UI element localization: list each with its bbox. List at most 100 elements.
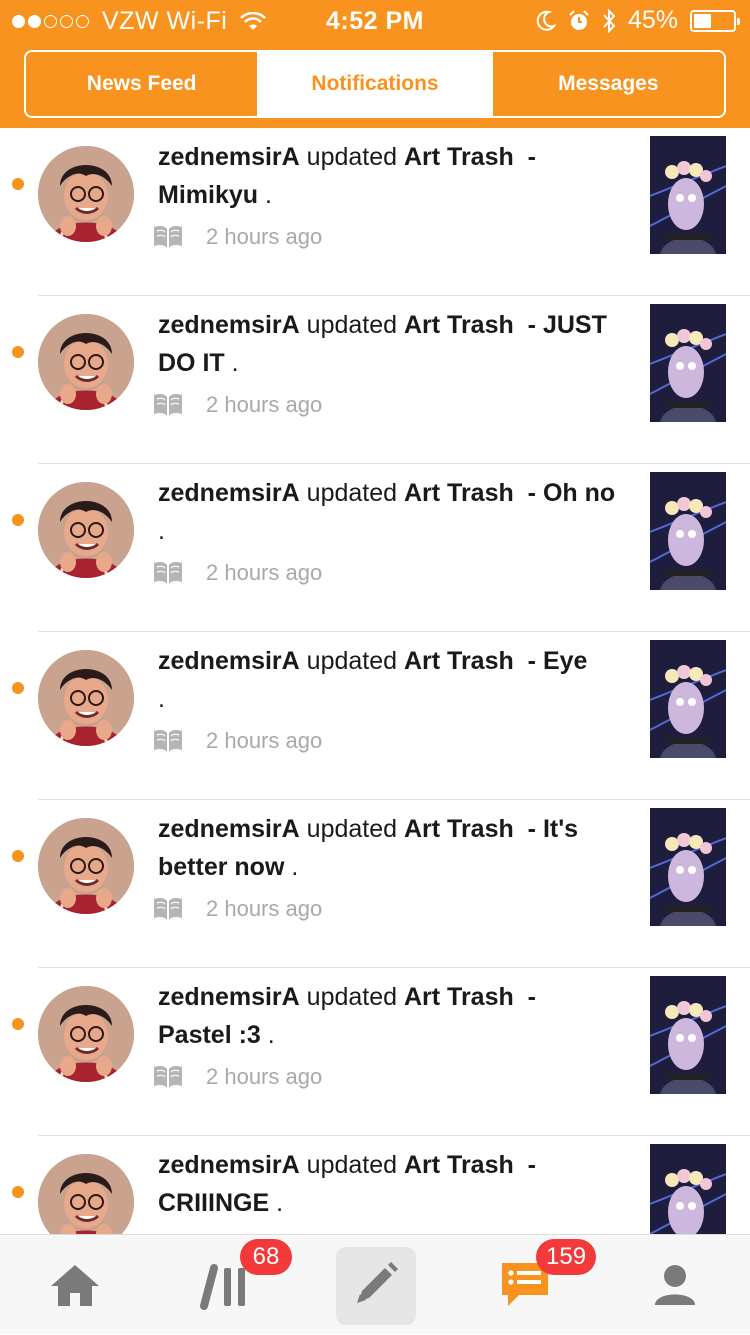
nav-compose[interactable] bbox=[300, 1235, 450, 1335]
title-end-period: . bbox=[267, 1021, 275, 1049]
timestamp: 2 hours ago bbox=[206, 728, 323, 753]
notification-text[interactable]: zednemsirA updated Art Trash - JUST DO IT… bbox=[158, 306, 628, 382]
notification-meta: 2 hours ago bbox=[152, 1064, 322, 1090]
top-header: VZW Wi-Fi 4:52 PM 45% News Feed Notifica… bbox=[0, 0, 750, 128]
title-end-period: . bbox=[276, 1189, 284, 1217]
notification-row[interactable]: zednemsirA updated Art Trash - Oh no. 2 h… bbox=[0, 464, 750, 632]
story-title[interactable]: Art Trash bbox=[404, 1151, 514, 1179]
timestamp: 2 hours ago bbox=[206, 560, 323, 585]
notifications-badge: 159 bbox=[536, 1239, 597, 1275]
book-icon bbox=[154, 561, 182, 584]
notification-text[interactable]: zednemsirA updated Art Trash - Eye. bbox=[158, 642, 628, 718]
nav-profile[interactable] bbox=[600, 1235, 750, 1335]
title-end-period: . bbox=[231, 349, 239, 377]
title-end-period: . bbox=[158, 517, 165, 545]
title-dash: - bbox=[527, 1151, 536, 1179]
notification-meta: 2 hours ago bbox=[152, 728, 322, 754]
title-dash: - bbox=[527, 311, 536, 339]
username[interactable]: zednemsirA bbox=[158, 311, 300, 339]
home-icon bbox=[51, 1265, 99, 1306]
story-cover-thumbnail[interactable] bbox=[650, 976, 726, 1094]
book-icon bbox=[154, 225, 182, 248]
unread-dot bbox=[12, 1018, 24, 1030]
nav-library[interactable]: 68 bbox=[150, 1235, 300, 1335]
notification-row[interactable]: zednemsirA updated Art Trash - JUST DO IT… bbox=[0, 296, 750, 464]
username[interactable]: zednemsirA bbox=[158, 815, 300, 843]
part-title-start[interactable]: JUST bbox=[543, 311, 607, 339]
part-title[interactable]: Pastel :3 bbox=[158, 1021, 261, 1049]
action-text: updated bbox=[306, 815, 398, 843]
username[interactable]: zednemsirA bbox=[158, 479, 300, 507]
part-title-start[interactable]: It's bbox=[543, 815, 578, 843]
story-title[interactable]: Art Trash bbox=[404, 479, 514, 507]
tab-notifications[interactable]: Notifications bbox=[257, 52, 491, 116]
avatar[interactable] bbox=[38, 986, 134, 1082]
part-title-start[interactable]: Eye bbox=[543, 647, 587, 675]
story-title[interactable]: Art Trash bbox=[404, 815, 514, 843]
bluetooth-icon bbox=[603, 8, 616, 33]
tab-messages[interactable]: Messages bbox=[490, 52, 724, 116]
action-text: updated bbox=[306, 983, 398, 1011]
story-cover-thumbnail[interactable] bbox=[650, 472, 726, 590]
avatar[interactable] bbox=[38, 314, 134, 410]
story-cover-thumbnail[interactable] bbox=[650, 640, 726, 758]
avatar[interactable] bbox=[38, 482, 134, 578]
action-text: updated bbox=[306, 143, 398, 171]
story-cover-thumbnail[interactable] bbox=[650, 304, 726, 422]
notification-row[interactable]: zednemsirA updated Art Trash - It's bette… bbox=[0, 800, 750, 968]
story-title[interactable]: Art Trash bbox=[404, 143, 514, 171]
part-title-start[interactable]: Oh no bbox=[543, 479, 615, 507]
battery-percent: 45% bbox=[627, 6, 678, 34]
notification-text[interactable]: zednemsirA updated Art Trash - Pastel :3… bbox=[158, 978, 628, 1054]
status-bar: VZW Wi-Fi 4:52 PM 45% bbox=[0, 0, 750, 42]
avatar[interactable] bbox=[38, 1154, 134, 1234]
story-title[interactable]: Art Trash bbox=[404, 647, 514, 675]
username[interactable]: zednemsirA bbox=[158, 1151, 300, 1179]
story-title[interactable]: Art Trash bbox=[404, 311, 514, 339]
unread-dot bbox=[12, 514, 24, 526]
notification-row[interactable]: zednemsirA updated Art Trash - CRIIINGE … bbox=[0, 1136, 750, 1234]
nav-notifications[interactable]: 159 bbox=[450, 1235, 600, 1335]
unread-dot bbox=[12, 178, 24, 190]
title-end-period: . bbox=[291, 853, 299, 881]
story-cover-thumbnail[interactable] bbox=[650, 136, 726, 254]
part-title[interactable]: Mimikyu bbox=[158, 181, 258, 209]
part-title[interactable]: better now bbox=[158, 853, 284, 881]
title-dash: - bbox=[527, 815, 536, 843]
notification-row[interactable]: zednemsirA updated Art Trash - Pastel :3… bbox=[0, 968, 750, 1136]
title-end-period: . bbox=[158, 685, 165, 713]
tab-news-feed[interactable]: News Feed bbox=[26, 52, 257, 116]
notification-meta: 2 hours ago bbox=[152, 224, 322, 250]
story-title[interactable]: Art Trash bbox=[404, 983, 514, 1011]
notification-row[interactable]: zednemsirA updated Art Trash - Mimikyu .… bbox=[0, 128, 750, 296]
username[interactable]: zednemsirA bbox=[158, 647, 300, 675]
unread-dot bbox=[12, 1186, 24, 1198]
avatar[interactable] bbox=[38, 146, 134, 242]
title-dash: - bbox=[527, 143, 536, 171]
notification-text[interactable]: zednemsirA updated Art Trash - Oh no. bbox=[158, 474, 628, 550]
notification-row[interactable]: zednemsirA updated Art Trash - Eye. 2 hou… bbox=[0, 632, 750, 800]
part-title[interactable]: DO IT bbox=[158, 349, 225, 377]
nav-home[interactable] bbox=[0, 1235, 150, 1335]
notification-list[interactable]: zednemsirA updated Art Trash - Mimikyu .… bbox=[0, 128, 750, 1234]
timestamp: 2 hours ago bbox=[206, 896, 323, 921]
library-badge: 68 bbox=[240, 1239, 292, 1275]
book-icon bbox=[154, 729, 182, 752]
username[interactable]: zednemsirA bbox=[158, 983, 300, 1011]
avatar[interactable] bbox=[38, 818, 134, 914]
username[interactable]: zednemsirA bbox=[158, 143, 300, 171]
story-cover-thumbnail[interactable] bbox=[650, 1144, 726, 1234]
notification-text[interactable]: zednemsirA updated Art Trash - CRIIINGE … bbox=[158, 1146, 628, 1222]
unread-dot bbox=[12, 850, 24, 862]
notification-text[interactable]: zednemsirA updated Art Trash - It's bette… bbox=[158, 810, 628, 886]
timestamp: 2 hours ago bbox=[206, 1064, 323, 1089]
timestamp: 2 hours ago bbox=[206, 392, 323, 417]
avatar[interactable] bbox=[38, 650, 134, 746]
pencil-icon bbox=[357, 1262, 398, 1303]
part-title[interactable]: CRIIINGE bbox=[158, 1189, 269, 1217]
story-cover-thumbnail[interactable] bbox=[650, 808, 726, 926]
moon-icon bbox=[536, 10, 556, 31]
unread-dot bbox=[12, 682, 24, 694]
action-text: updated bbox=[306, 647, 398, 675]
notification-text[interactable]: zednemsirA updated Art Trash - Mimikyu . bbox=[158, 138, 628, 214]
